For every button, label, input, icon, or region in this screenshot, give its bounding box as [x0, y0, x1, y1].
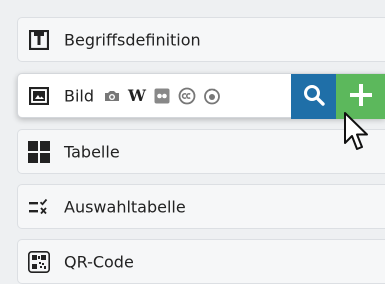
- item-label: Begriffsdefinition: [64, 30, 201, 49]
- choice-table-icon: [28, 196, 50, 218]
- item-label: Auswahltabelle: [64, 197, 186, 216]
- item-auswahltabelle[interactable]: Auswahltabelle: [17, 184, 385, 229]
- creative-commons-icon: [178, 87, 196, 105]
- wikipedia-icon: W: [128, 86, 146, 105]
- mouse-pointer-icon: [344, 112, 368, 150]
- image-icon: [28, 85, 50, 107]
- item-bild[interactable]: Bild W: [17, 73, 385, 119]
- search-icon: [302, 83, 326, 111]
- definition-book-icon: [28, 29, 50, 51]
- qr-code-icon: [28, 250, 50, 273]
- item-label: Bild: [64, 86, 95, 105]
- item-tabelle[interactable]: Tabelle: [17, 129, 385, 174]
- search-button[interactable]: [291, 74, 336, 119]
- element-type-list: Begriffsdefinition Bild W Tabelle Auswah…: [0, 0, 385, 284]
- item-label: QR-Code: [64, 252, 134, 271]
- image-sources: W: [103, 86, 221, 105]
- plus-icon: [349, 83, 373, 111]
- table-grid-icon: [28, 140, 50, 163]
- camera-icon: [103, 87, 121, 105]
- pixabay-icon: [203, 87, 221, 105]
- item-begriffsdefinition[interactable]: Begriffsdefinition: [17, 17, 385, 62]
- flickr-icon: [153, 87, 171, 105]
- item-qr-code[interactable]: QR-Code: [17, 239, 385, 284]
- item-label: Tabelle: [64, 142, 120, 161]
